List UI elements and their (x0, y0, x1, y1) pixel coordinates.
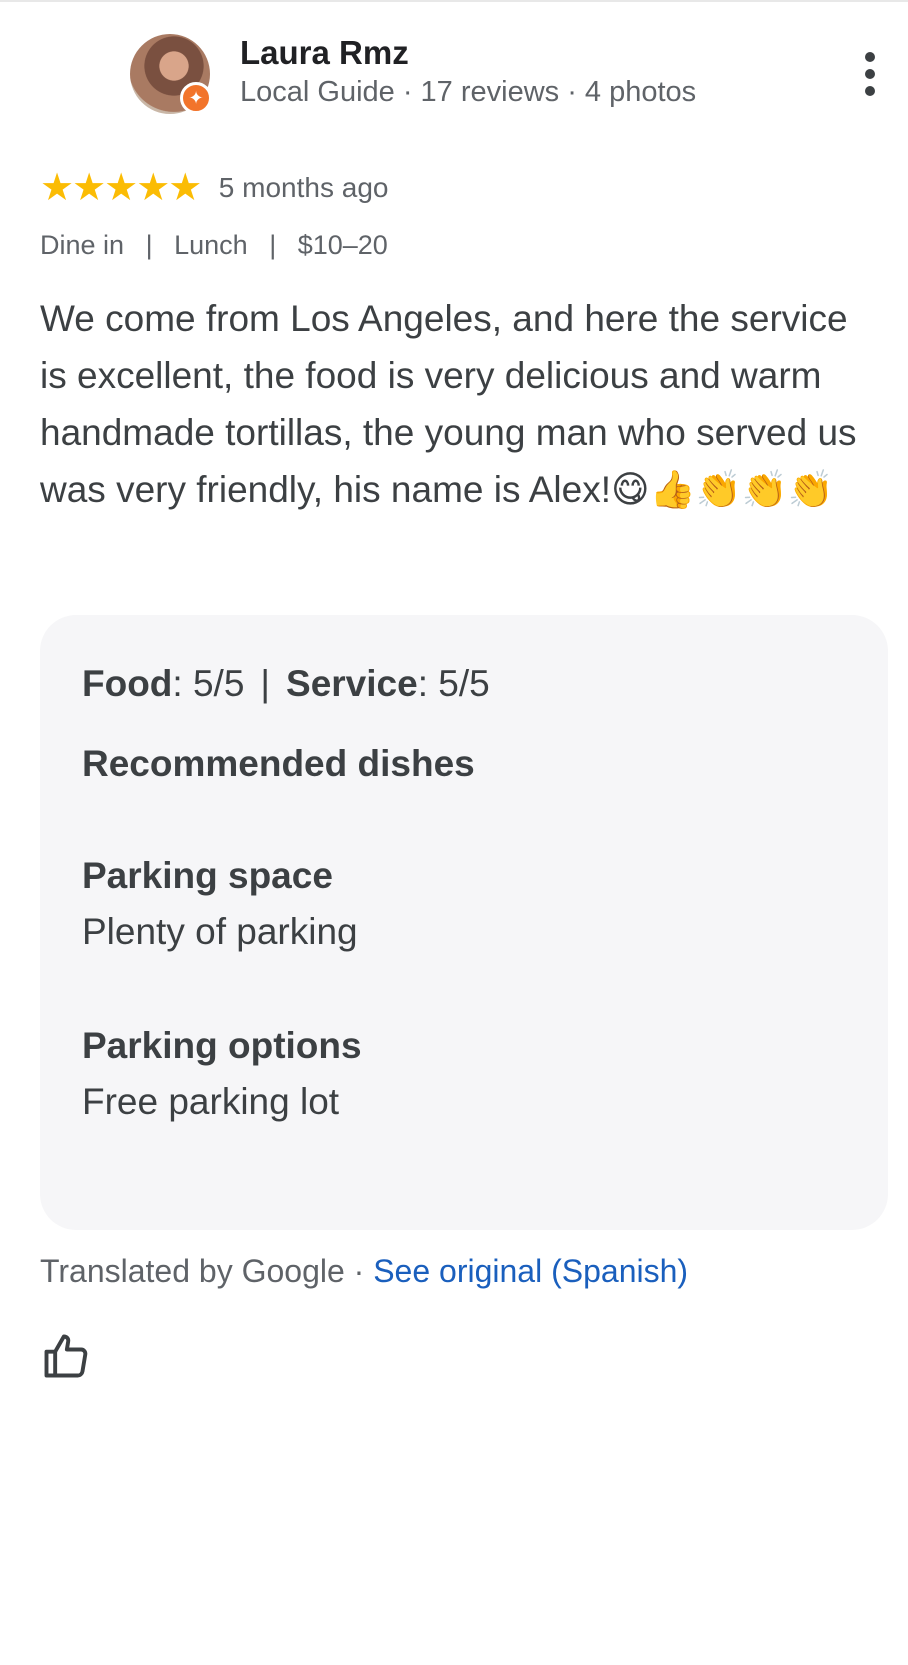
food-score-label: Food (82, 663, 173, 704)
tag-separator: | (145, 230, 153, 260)
top-divider (0, 0, 908, 4)
see-original-link[interactable]: See original (Spanish) (373, 1253, 688, 1289)
parking-space-value: Plenty of parking (82, 911, 358, 952)
translated-by-label: Translated by Google (40, 1253, 345, 1289)
reviewer-name[interactable]: Laura Rmz (240, 34, 409, 72)
thumbs-up-icon[interactable] (40, 1330, 92, 1382)
parking-options-value: Free parking lot (82, 1081, 340, 1122)
service-score-label: Service (286, 663, 418, 704)
service-score-value: : 5/5 (417, 663, 490, 704)
translation-separator: · (344, 1253, 374, 1289)
tag-price: $10–20 (297, 230, 388, 260)
reviewer-header: ✦ Laura Rmz Local Guide · 17 reviews · 4… (130, 32, 875, 116)
more-options-icon[interactable] (858, 52, 882, 100)
score-row: Food: 5/5 | Service: 5/5 (82, 663, 490, 705)
translation-note: Translated by Google · See original (Spa… (40, 1253, 688, 1290)
tag-service-type: Dine in (40, 230, 125, 260)
review-text: We come from Los Angeles, and here the s… (40, 298, 857, 510)
score-separator: | (260, 663, 271, 704)
recommended-dishes-heading: Recommended dishes (82, 743, 475, 784)
star-rating: ★★★★★ (40, 167, 202, 209)
visit-tags: Dine in | Lunch | $10–20 (40, 230, 388, 261)
parking-options-heading: Parking options (82, 1025, 362, 1066)
food-score-value: : 5/5 (172, 663, 245, 704)
local-guide-badge-icon: ✦ (180, 82, 212, 114)
parking-space-heading: Parking space (82, 855, 333, 896)
review-time: 5 months ago (218, 172, 389, 203)
tag-meal-type: Lunch (174, 230, 248, 260)
reviewer-meta: Local Guide · 17 reviews · 4 photos (240, 76, 697, 108)
tag-separator: | (269, 230, 277, 260)
review-details-card: Food: 5/5 | Service: 5/5 Recommended dishe… (40, 615, 888, 1230)
rating-row: ★★★★★ 5 months ago (40, 168, 388, 208)
